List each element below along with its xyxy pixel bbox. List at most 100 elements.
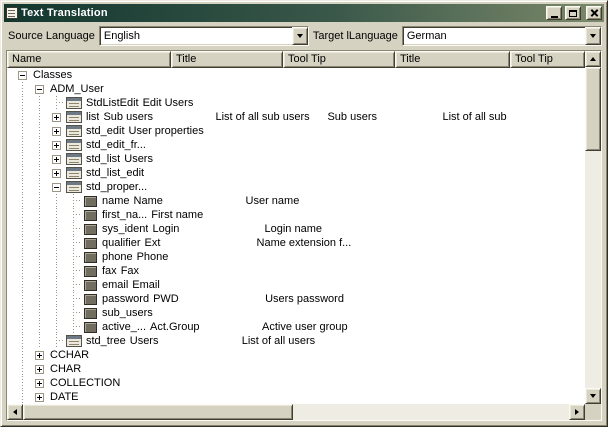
form-icon [66,181,82,193]
vertical-scrollbar-thumb[interactable] [585,67,601,151]
tree-row[interactable]: Classes [7,68,585,82]
tree-row[interactable]: qualifierExtName extension f... [7,236,585,250]
tree-row[interactable]: std_editUser properties [7,124,585,138]
cell-title2 [357,250,472,264]
horizontal-scrollbar-track[interactable] [23,404,569,420]
cell-title: Ext [141,236,253,250]
column-header-tooltip[interactable]: Tool Tip [283,51,395,68]
tree-row[interactable]: sys_identLoginLogin name [7,222,585,236]
vertical-scrollbar-track[interactable] [585,67,601,388]
tree-row[interactable]: faxFax [7,264,585,278]
plus-icon [35,351,44,360]
horizontal-scrollbar[interactable] [7,404,585,420]
tree-row[interactable]: CHAR [7,362,585,376]
plus-icon [35,365,44,374]
column-header-tooltip-2[interactable]: Tool Tip [510,51,585,68]
tree-indent-line [31,334,48,348]
tree-row[interactable]: std_proper... [7,180,585,194]
cell-title: Edit Users [139,96,251,110]
tree-row[interactable]: sub_users [7,306,585,320]
close-button[interactable] [586,6,602,20]
tree-indent-line [31,194,48,208]
cell-title2 [371,180,486,194]
column-header-title[interactable]: Title [171,51,283,68]
tree-indent-line [31,138,48,152]
tree-indent-line [48,236,65,250]
tree-row[interactable]: std_treeUsersList of all users [7,334,585,348]
tree-row[interactable]: ADM_User [7,82,585,96]
cell-tooltip2 [467,278,585,292]
scroll-left-button[interactable] [7,404,23,420]
collapse-button[interactable] [31,82,48,96]
tree-row[interactable]: CCHAR [7,348,585,362]
expand-button[interactable] [48,138,65,152]
cell-tooltip2 [459,376,585,390]
tree-row[interactable]: COLLECTION [7,376,585,390]
tree-item-label: std_tree [84,335,126,347]
source-language-dropdown-button[interactable] [292,27,308,45]
field-icon [84,280,97,291]
tree-row[interactable]: std_list_edit [7,166,585,180]
scroll-up-button[interactable] [585,51,601,67]
tree-name-cell: std_list_edit [7,166,144,180]
target-language-dropdown-button[interactable] [585,27,601,45]
cell-title2 [350,334,465,348]
expand-button[interactable] [48,166,65,180]
tree-row[interactable]: DATE [7,390,585,404]
expand-button[interactable] [48,152,65,166]
maximize-icon [569,10,577,17]
expand-button[interactable] [48,110,65,124]
collapse-button[interactable] [48,180,65,194]
tree-indent-line [14,250,31,264]
target-language-combobox[interactable]: German [402,26,602,46]
scroll-right-button[interactable] [569,404,585,420]
column-header-title-2[interactable]: Title [395,51,510,68]
cell-title2 [313,348,428,362]
column-header-name[interactable]: Name [7,51,171,68]
tree-name-cell: std_edit [7,124,125,138]
tree-connector-line [48,96,65,110]
tree-row[interactable]: StdListEditEdit Users [7,96,585,110]
tree-row[interactable]: nameNameUser name [7,194,585,208]
tree-row[interactable]: passwordPWDUsers password [7,292,585,306]
field-icon [84,308,97,319]
cell-tooltip [237,124,349,138]
tree-name-cell: sys_ident [7,222,148,236]
chevron-down-icon [297,34,303,38]
tree-connector-line [65,264,82,278]
cell-title2 [341,264,456,278]
horizontal-scrollbar-thumb[interactable] [23,404,293,420]
tree-row[interactable]: phonePhone [7,250,585,264]
tree-row[interactable]: active_...Act.GroupActive user group [7,320,585,334]
cell-tooltip2: List of all sub [438,110,585,124]
translation-list-wrap: Name Title Tool Tip Title Tool Tip Class… [6,50,602,421]
tree-item-label: sub_users [100,307,153,319]
expand-button[interactable] [48,124,65,138]
form-icon [66,111,82,123]
expand-button[interactable] [31,390,48,404]
collapse-button[interactable] [14,68,31,82]
window-system-icon[interactable] [6,7,18,19]
minimize-button[interactable] [546,6,562,20]
tree-row[interactable]: listSub usersList of all sub usersSub us… [7,110,585,124]
window-title: Text Translation [21,7,543,19]
tree-row[interactable]: first_na...First name [7,208,585,222]
cell-title: Login [148,222,260,236]
cell-tooltip [232,152,344,166]
tree-indent-line [14,166,31,180]
scroll-down-button[interactable] [585,388,601,404]
cell-title [144,166,256,180]
cell-title [81,362,193,376]
tree-indent-line [31,96,48,110]
cell-title [153,306,265,320]
tree-row[interactable]: std_edit_fr... [7,138,585,152]
expand-button[interactable] [31,362,48,376]
tree-row[interactable]: std_listUsers [7,152,585,166]
maximize-button[interactable] [565,6,581,20]
expand-button[interactable] [31,376,48,390]
expand-button[interactable] [31,348,48,362]
tree-item-label: fax [100,265,117,277]
source-language-combobox[interactable]: English [99,26,309,46]
tree-row[interactable]: emailEmail [7,278,585,292]
vertical-scrollbar[interactable] [585,51,601,404]
